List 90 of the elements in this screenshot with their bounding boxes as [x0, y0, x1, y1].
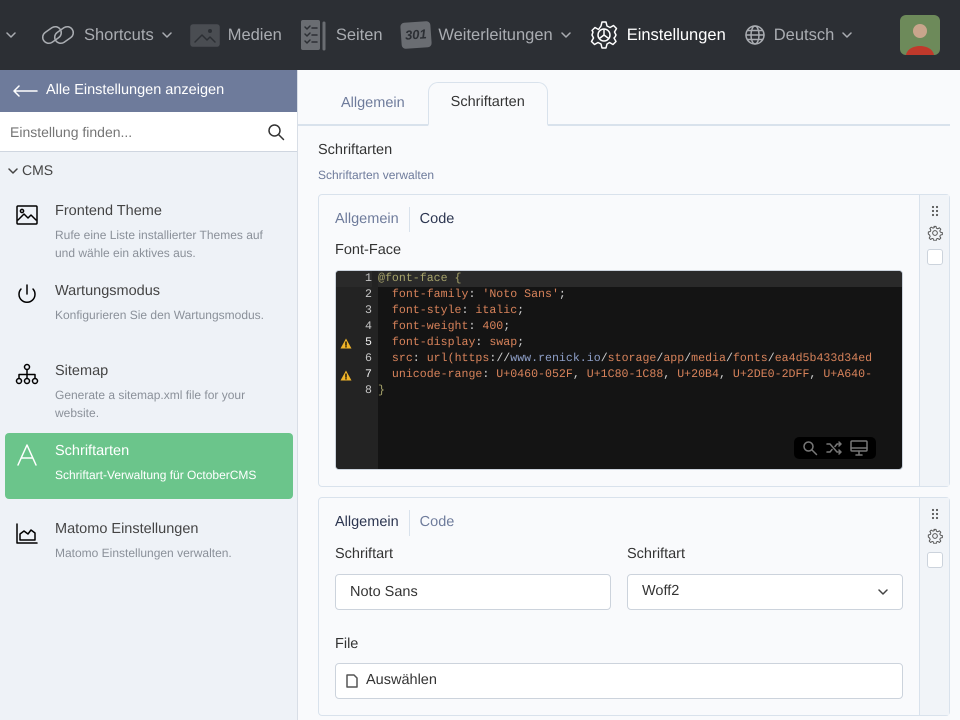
settings-item[interactable]: Frontend Theme Rufe eine Liste installierter Themes auf und wähle ein aktives aus. — [5, 193, 293, 273]
line-number: 1 — [365, 271, 372, 287]
sitemap-icon — [15, 363, 39, 387]
gear-icon — [588, 20, 619, 50]
nav-item[interactable]: Medien — [180, 15, 291, 55]
checkbox[interactable] — [926, 248, 942, 264]
field-label: Schriftart — [335, 544, 394, 564]
image-icon — [190, 22, 220, 48]
area-chart-icon — [15, 521, 39, 545]
code-line: src: url(https://www.renick.io/storage/app/media/fonts/ea4d5b433d34ed — [390, 351, 874, 367]
field-label: Font-Face — [335, 241, 402, 260]
code-line: font-style: italic; — [390, 303, 526, 319]
nav-item[interactable]: Einstellungen — [580, 15, 735, 55]
item-title: Matomo Einstellungen — [55, 520, 200, 539]
file-icon — [346, 674, 358, 688]
chevron-icon — [8, 166, 18, 176]
checklist-icon — [300, 19, 328, 51]
arrow-left-icon — [12, 85, 38, 97]
tab[interactable]: Code — [408, 510, 464, 536]
nav-item[interactable]: Deutsch — [734, 15, 862, 55]
item-description: Generate a sitemap.xml file for your website. — [55, 386, 246, 422]
monitor-icon — [850, 440, 868, 456]
code-line: font-display: swap; — [390, 335, 526, 351]
line-number: 8 — [365, 383, 372, 399]
letter-a-icon — [15, 443, 39, 467]
drag-handle-icon — [930, 508, 938, 520]
tab[interactable]: Allgemein — [325, 510, 409, 536]
line-number: 3 — [365, 303, 372, 319]
search-icon — [802, 440, 818, 456]
field-label: File — [335, 634, 360, 654]
line-number: 7 — [365, 367, 372, 383]
nav-item[interactable]: 301 Weiterleitungen — [392, 15, 580, 55]
caret-icon — [560, 30, 571, 40]
back-link[interactable]: Alle Einstellungen anzeigen — [0, 70, 297, 112]
line-number: 5 — [365, 335, 372, 351]
file-field[interactable]: Auswählen — [335, 663, 903, 700]
settings-item[interactable]: Sitemap Generate a sitemap.xml file for your website. — [5, 353, 293, 433]
field-label: Schriftart — [627, 544, 686, 564]
input-field[interactable]: Noto Sans — [335, 574, 611, 610]
section-title: Schriftarten — [318, 140, 394, 160]
settings-icon — [926, 224, 942, 240]
warning-icon — [340, 370, 352, 380]
group-toggle[interactable]: CMS — [0, 152, 62, 189]
settings-item[interactable]: Matomo Einstellungen Matomo Einstellungen verwalten. — [5, 511, 293, 591]
nav-item[interactable]: Seiten — [290, 15, 392, 55]
nav-label: Deutsch — [774, 24, 834, 46]
search-bar[interactable]: Einstellung finden... — [0, 112, 297, 152]
search-input[interactable]: Einstellung finden... — [8, 112, 267, 150]
tab[interactable]: Schriftarten — [428, 82, 548, 126]
avatar[interactable] — [900, 15, 940, 55]
caret-icon — [162, 30, 172, 40]
caret-icon — [842, 30, 852, 40]
nav-label: Shortcuts — [84, 24, 154, 46]
item-description: Schriftart-Verwaltung für OctoberCMS — [55, 466, 256, 484]
code-line: font-weight: 400; — [390, 319, 512, 335]
globe-icon — [744, 24, 766, 46]
item-title: Schriftarten — [55, 442, 130, 461]
checkbox[interactable] — [926, 552, 942, 568]
shuffle-icon — [826, 440, 842, 456]
line-number: 6 — [365, 351, 372, 367]
nav-label: Einstellungen — [626, 24, 726, 46]
line-number: 4 — [365, 319, 372, 335]
image-icon — [15, 203, 39, 227]
item-description: Matomo Einstellungen verwalten. — [55, 544, 232, 562]
settings-icon — [926, 528, 942, 544]
code-line: unicode-range: U+0460-052F, U+1C80-1C88, U+20B4, U+2DE0-2DFF, U+A640- — [390, 367, 874, 383]
settings-item[interactable]: Wartungsmodus Konfigurieren Sie den Wartungsmodus. — [5, 273, 293, 353]
code-editor[interactable] — [335, 270, 903, 470]
item-title: Sitemap — [55, 362, 110, 381]
select-field[interactable]: Woff2 — [627, 574, 903, 610]
tab[interactable]: Allgemein — [325, 206, 409, 232]
item-title: Frontend Theme — [55, 202, 163, 221]
redirect-badge: 301 — [400, 21, 432, 49]
item-description: Konfigurieren Sie den Wartungsmodus. — [55, 306, 264, 324]
nav-item[interactable]: Shortcuts — [31, 15, 181, 55]
item-description: Rufe eine Liste installierter Themes auf und wähle ein aktives aus. — [55, 226, 264, 262]
drag-handle-icon — [930, 204, 938, 216]
code-line: } — [378, 383, 386, 399]
tab[interactable]: Code — [408, 206, 464, 232]
nav-label: Seiten — [336, 24, 383, 46]
caret-icon — [878, 586, 888, 596]
nav-label: Medien — [228, 24, 282, 46]
line-number: 2 — [365, 287, 372, 303]
nav-label: Weiterleitungen — [438, 24, 553, 46]
item-title: Wartungsmodus — [55, 282, 162, 301]
tab[interactable]: Allgemein — [318, 82, 428, 126]
code-line: font-family: 'Noto Sans'; — [390, 287, 567, 303]
search-icon — [267, 122, 285, 140]
section-subtitle: Schriftarten verwalten — [318, 166, 436, 184]
warning-icon — [340, 338, 352, 348]
